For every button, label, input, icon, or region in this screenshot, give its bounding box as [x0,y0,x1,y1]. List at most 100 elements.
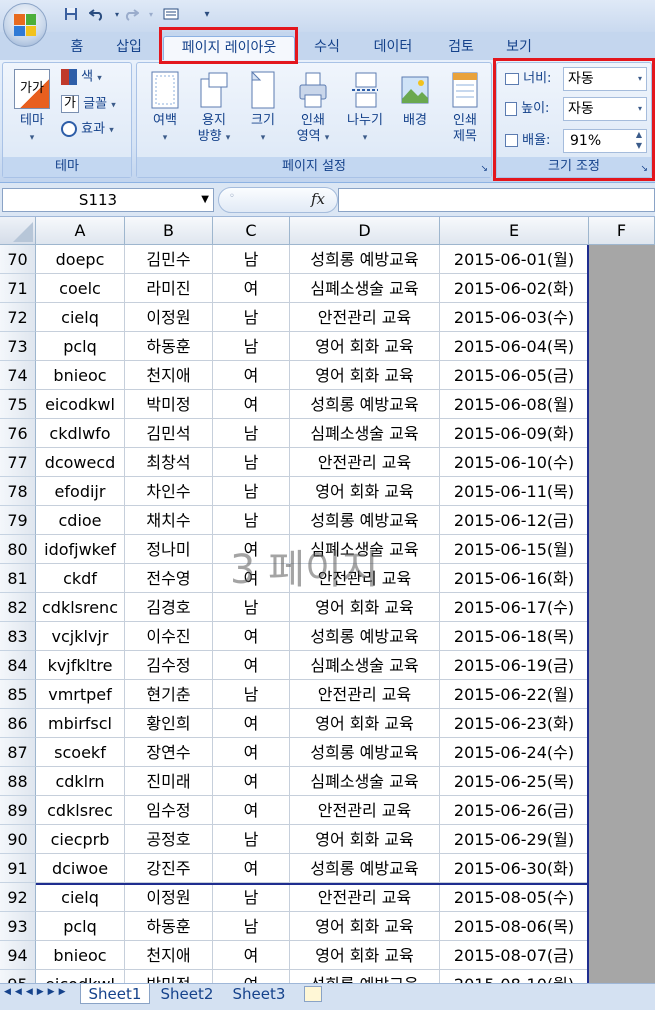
row-header[interactable]: 86 [0,709,36,738]
table-cell-a[interactable]: dciwoe [36,854,125,883]
table-cell-c[interactable]: 남 [213,419,290,448]
column-header-b[interactable]: B [125,217,213,245]
select-all-corner[interactable] [0,217,36,245]
tab-page-layout[interactable]: 페이지 레이아웃 [163,36,295,60]
table-cell-c[interactable]: 여 [213,274,290,303]
table-cell-e[interactable]: 2015-06-25(목) [440,767,589,796]
table-cell-c[interactable]: 여 [213,854,290,883]
tab-sheet2[interactable]: Sheet2 [152,984,222,1004]
theme-colors-button[interactable]: 색 ▾ [61,69,131,87]
height-select[interactable]: 자동 ▾ [563,97,647,121]
table-cell-b[interactable]: 이정원 [125,883,213,912]
table-cell-b[interactable]: 현기춘 [125,680,213,709]
table-cell-c[interactable]: 남 [213,593,290,622]
table-cell-d[interactable]: 영어 회화 교육 [290,709,440,738]
row-header[interactable]: 70 [0,245,36,274]
table-cell-d[interactable]: 안전관리 교육 [290,448,440,477]
table-cell-d[interactable]: 영어 회화 교육 [290,593,440,622]
margins-button[interactable]: 여백 ▾ [143,71,187,146]
table-cell-b[interactable]: 채치수 [125,506,213,535]
table-cell-b[interactable]: 라미진 [125,274,213,303]
table-cell-a[interactable]: kvjfkltre [36,651,125,680]
undo-icon[interactable] [88,7,106,23]
worksheet-grid[interactable]: A B C D E F 70 doepc 김민수 남 성희롱 예방교육 2015-06-0… [0,217,655,983]
row-header[interactable]: 79 [0,506,36,535]
table-cell-c[interactable]: 여 [213,622,290,651]
row-header[interactable]: 91 [0,854,36,883]
table-cell-e[interactable]: 2015-08-10(월) [440,970,589,983]
sheet-nav-icons[interactable]: ◀◀◀▶▶▶ [4,987,70,997]
table-cell-c[interactable]: 여 [213,361,290,390]
row-header[interactable]: 93 [0,912,36,941]
table-cell-d[interactable]: 영어 회화 교육 [290,332,440,361]
table-cell-d[interactable]: 성희롱 예방교육 [290,738,440,767]
table-cell-e[interactable]: 2015-06-29(월) [440,825,589,854]
table-cell-c[interactable]: 남 [213,477,290,506]
table-cell-d[interactable]: 영어 회화 교육 [290,941,440,970]
table-cell-e[interactable]: 2015-06-12(금) [440,506,589,535]
column-header-f[interactable]: F [589,217,655,245]
customize-toolbar-icon[interactable]: ▾ [198,7,216,23]
table-cell-b[interactable]: 김수정 [125,651,213,680]
table-cell-c[interactable]: 여 [213,738,290,767]
row-header[interactable]: 73 [0,332,36,361]
breaks-button[interactable]: 나누기 ▾ [341,71,389,146]
table-cell-c[interactable]: 남 [213,303,290,332]
redo-icon[interactable] [122,7,140,23]
print-titles-button[interactable]: 인쇄 제목 [441,71,489,145]
row-header[interactable]: 76 [0,419,36,448]
table-cell-e[interactable]: 2015-06-23(화) [440,709,589,738]
table-cell-a[interactable]: doepc [36,245,125,274]
table-cell-a[interactable]: bnieoc [36,361,125,390]
table-cell-a[interactable]: eicodkwl [36,970,125,983]
row-header[interactable]: 85 [0,680,36,709]
table-cell-b[interactable]: 장연수 [125,738,213,767]
background-button[interactable]: 배경 [393,71,437,129]
table-cell-d[interactable]: 안전관리 교육 [290,303,440,332]
table-cell-e[interactable]: 2015-06-18(목) [440,622,589,651]
scale-spinner[interactable]: 91% ▲ ▼ [563,129,647,153]
row-header[interactable]: 80 [0,535,36,564]
column-header-a[interactable]: A [36,217,125,245]
row-header[interactable]: 82 [0,593,36,622]
table-cell-d[interactable]: 성희롱 예방교육 [290,854,440,883]
table-cell-a[interactable]: cielq [36,303,125,332]
tab-insert[interactable]: 삽입 [108,36,150,60]
table-cell-b[interactable]: 김민수 [125,245,213,274]
orientation-button[interactable]: 용지 방향 ▾ [191,71,237,146]
row-header[interactable]: 84 [0,651,36,680]
row-header[interactable]: 72 [0,303,36,332]
row-header[interactable]: 94 [0,941,36,970]
table-cell-d[interactable]: 심폐소생술 교육 [290,274,440,303]
save-icon[interactable] [62,7,80,23]
table-cell-c[interactable]: 여 [213,709,290,738]
table-cell-e[interactable]: 2015-06-09(화) [440,419,589,448]
row-header[interactable]: 95 [0,970,36,983]
print-preview-icon[interactable] [162,7,180,23]
table-cell-c[interactable]: 여 [213,564,290,593]
table-cell-c[interactable]: 여 [213,796,290,825]
table-cell-a[interactable]: vmrtpef [36,680,125,709]
insert-function-icon[interactable]: fx [311,190,325,208]
resize-handle-icon[interactable]: ◦ [229,191,235,202]
row-header[interactable]: 83 [0,622,36,651]
dialog-launcher-icon[interactable]: ↘ [640,164,648,174]
table-cell-a[interactable]: ciecprb [36,825,125,854]
table-cell-b[interactable]: 이정원 [125,303,213,332]
theme-effects-button[interactable]: 효과 ▾ [61,121,131,139]
table-cell-e[interactable]: 2015-06-19(금) [440,651,589,680]
table-cell-a[interactable]: mbirfscl [36,709,125,738]
table-cell-b[interactable]: 천지애 [125,941,213,970]
table-cell-c[interactable]: 남 [213,680,290,709]
table-cell-d[interactable]: 영어 회화 교육 [290,361,440,390]
table-cell-d[interactable]: 영어 회화 교육 [290,912,440,941]
table-cell-a[interactable]: cdklsrec [36,796,125,825]
table-cell-e[interactable]: 2015-08-05(수) [440,883,589,912]
table-cell-e[interactable]: 2015-06-03(수) [440,303,589,332]
table-cell-d[interactable]: 심폐소생술 교육 [290,419,440,448]
name-box[interactable]: S113 ▼ [2,188,214,212]
table-cell-c[interactable]: 남 [213,332,290,361]
table-cell-e[interactable]: 2015-06-30(화) [440,854,589,883]
table-cell-d[interactable]: 영어 회화 교육 [290,477,440,506]
table-cell-b[interactable]: 최창석 [125,448,213,477]
